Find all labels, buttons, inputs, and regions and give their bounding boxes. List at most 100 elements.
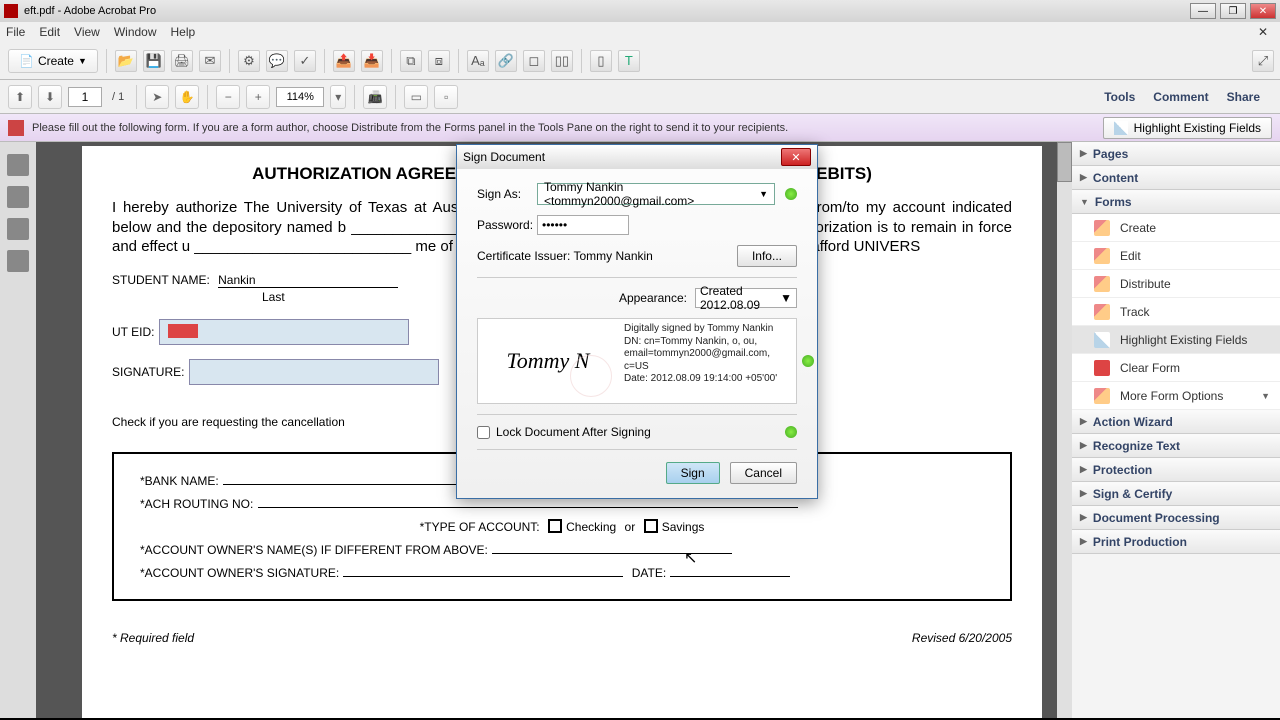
panel-pages[interactable]: ▶Pages — [1072, 142, 1280, 166]
panel-print-production[interactable]: ▶Print Production — [1072, 530, 1280, 554]
dialog-close-button[interactable]: ✕ — [781, 148, 811, 166]
portfolio-icon[interactable]: ⧈ — [428, 50, 450, 72]
signature-field[interactable] — [189, 359, 439, 385]
panel-sign-certify[interactable]: ▶Sign & Certify — [1072, 482, 1280, 506]
comment-icon[interactable]: 💬 — [266, 50, 288, 72]
print-icon[interactable]: 🖨 — [171, 50, 193, 72]
status-ok-icon — [785, 188, 797, 200]
panel-protection[interactable]: ▶Protection — [1072, 458, 1280, 482]
menu-window[interactable]: Window — [114, 25, 157, 39]
app-icon — [4, 4, 18, 18]
maximize-button[interactable]: ❐ — [1220, 3, 1246, 19]
prev-page-icon[interactable]: ⬆ — [8, 85, 32, 109]
forms-highlight[interactable]: Highlight Existing Fields — [1072, 326, 1280, 354]
left-nav-rail — [0, 142, 36, 718]
signature-detail: Digitally signed by Tommy Nankin DN: cn=… — [618, 319, 796, 403]
highlight-fields-button[interactable]: Highlight Existing Fields — [1103, 117, 1272, 139]
uteid-field[interactable] — [159, 319, 409, 345]
zoom-dd-icon[interactable]: ▾ — [330, 85, 346, 109]
comment-link[interactable]: Comment — [1153, 90, 1208, 104]
menu-file[interactable]: File — [6, 25, 25, 39]
panel-forms[interactable]: ▼Forms — [1072, 190, 1280, 214]
page-input[interactable] — [68, 87, 102, 107]
tools-link[interactable]: Tools — [1104, 90, 1135, 104]
select-icon[interactable]: ➤ — [145, 85, 169, 109]
menu-edit[interactable]: Edit — [39, 25, 60, 39]
next-page-icon[interactable]: ⬇ — [38, 85, 62, 109]
panel-doc-processing[interactable]: ▶Document Processing — [1072, 506, 1280, 530]
nav-toolbar: ⬆ ⬇ / 1 ➤ ✋ − + ▾ 📠 ▭ ▫ Tools Comment Sh… — [0, 80, 1280, 114]
menu-help[interactable]: Help — [171, 25, 196, 39]
forms-track[interactable]: Track — [1072, 298, 1280, 326]
status-ok-icon — [785, 426, 797, 438]
page-total: / 1 — [112, 91, 124, 103]
vertical-scrollbar[interactable] — [1057, 142, 1072, 718]
share-link[interactable]: Share — [1227, 90, 1260, 104]
main-toolbar: 📄 Create ▼ 📂 💾 🖨 ✉ ⚙ 💬 ✓ 📤 📥 ⧉ ⧈ Aₐ 🔗 ◻ … — [0, 42, 1280, 80]
cert-issuer-label: Certificate Issuer: Tommy Nankin — [477, 249, 653, 263]
signatures-icon[interactable] — [7, 250, 29, 272]
close-button[interactable]: ✕ — [1250, 3, 1276, 19]
insert-icon[interactable]: T — [618, 50, 640, 72]
sign-document-dialog: Sign Document ✕ Sign As: Tommy Nankin <t… — [456, 144, 818, 499]
create-button[interactable]: 📄 Create ▼ — [8, 49, 98, 73]
password-input[interactable] — [537, 215, 629, 235]
form-alert-icon — [8, 120, 24, 136]
form-notice-text: Please fill out the following form. If y… — [32, 122, 1103, 134]
open-icon[interactable]: 📂 — [115, 50, 137, 72]
panel-content[interactable]: ▶Content — [1072, 166, 1280, 190]
menu-bar: File Edit View Window Help ✕ — [0, 22, 1280, 42]
forms-edit[interactable]: Edit — [1072, 242, 1280, 270]
signature-name: Tommy N — [478, 319, 618, 403]
split-icon[interactable]: ▯▯ — [551, 50, 573, 72]
gear-icon[interactable]: ⚙ — [238, 50, 260, 72]
link-icon[interactable]: 🔗 — [495, 50, 517, 72]
savings-checkbox[interactable] — [644, 519, 658, 533]
cancel-button[interactable]: Cancel — [730, 462, 797, 484]
window-title: eft.pdf - Adobe Acrobat Pro — [24, 5, 1190, 17]
stamp-icon[interactable]: ✓ — [294, 50, 316, 72]
convert-icon[interactable]: 📥 — [361, 50, 383, 72]
tools-pane: ▶Pages ▶Content ▼Forms Create Edit Distr… — [1072, 142, 1280, 718]
export-icon[interactable]: 📤 — [333, 50, 355, 72]
minimize-button[interactable]: — — [1190, 3, 1216, 19]
status-ok-icon — [802, 355, 814, 367]
dialog-title: Sign Document — [463, 150, 545, 164]
sign-button[interactable]: Sign — [666, 462, 720, 484]
forms-clear[interactable]: Clear Form — [1072, 354, 1280, 382]
zoom-in-icon[interactable]: + — [246, 85, 270, 109]
panel-recognize-text[interactable]: ▶Recognize Text — [1072, 434, 1280, 458]
zoom-input[interactable] — [276, 87, 324, 107]
zoom-out-icon[interactable]: − — [216, 85, 240, 109]
appearance-select[interactable]: Created 2012.08.09▼ — [695, 288, 797, 308]
page-icon[interactable]: ▯ — [590, 50, 612, 72]
menu-view[interactable]: View — [74, 25, 100, 39]
title-bar: eft.pdf - Adobe Acrobat Pro — ❐ ✕ — [0, 0, 1280, 22]
forms-more[interactable]: More Form Options▼ — [1072, 382, 1280, 410]
scan-icon[interactable]: 📠 — [363, 85, 387, 109]
panel-action-wizard[interactable]: ▶Action Wizard — [1072, 410, 1280, 434]
fit-width-icon[interactable]: ▭ — [404, 85, 428, 109]
forms-create[interactable]: Create — [1072, 214, 1280, 242]
attachments-icon[interactable] — [7, 218, 29, 240]
checking-checkbox[interactable] — [548, 519, 562, 533]
email-icon[interactable]: ✉ — [199, 50, 221, 72]
doc-close-icon[interactable]: ✕ — [1252, 25, 1274, 39]
chevron-down-icon: ▼ — [78, 56, 87, 66]
combine-icon[interactable]: ⧉ — [400, 50, 422, 72]
info-button[interactable]: Info... — [737, 245, 797, 267]
forms-distribute[interactable]: Distribute — [1072, 270, 1280, 298]
lock-document-checkbox[interactable] — [477, 426, 490, 439]
crop-icon[interactable]: ◻ — [523, 50, 545, 72]
bookmarks-icon[interactable] — [7, 186, 29, 208]
thumbnails-icon[interactable] — [7, 154, 29, 176]
highlight-icon — [1114, 121, 1128, 135]
text-icon[interactable]: Aₐ — [467, 50, 489, 72]
save-icon[interactable]: 💾 — [143, 50, 165, 72]
sign-as-select[interactable]: Tommy Nankin <tommyn2000@gmail.com>▼ — [537, 183, 775, 205]
fit-page-icon[interactable]: ▫ — [434, 85, 458, 109]
form-notice-bar: Please fill out the following form. If y… — [0, 114, 1280, 142]
signature-preview: Tommy N Digitally signed by Tommy Nankin… — [477, 318, 797, 404]
hand-icon[interactable]: ✋ — [175, 85, 199, 109]
expand-icon[interactable]: ⤢ — [1252, 50, 1274, 72]
